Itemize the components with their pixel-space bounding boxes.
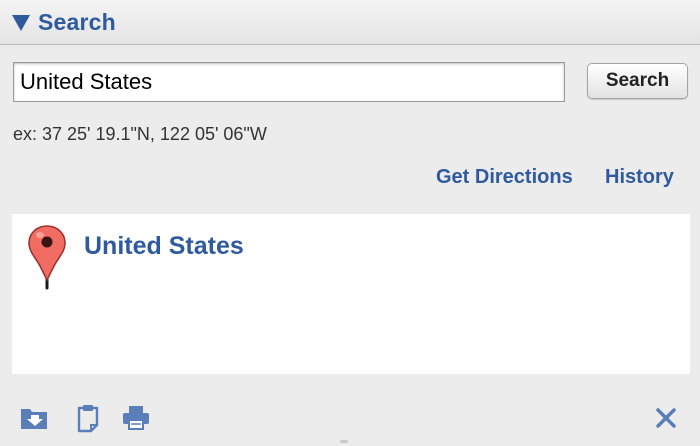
bottom-toolbar (0, 390, 700, 446)
result-title: United States (84, 232, 244, 260)
copy-to-clipboard-button[interactable] (70, 402, 106, 434)
panel-title: Search (38, 8, 116, 35)
print-icon (123, 406, 149, 430)
resize-handle[interactable] (340, 440, 348, 443)
results-list: United States (12, 214, 690, 374)
search-section-toggle[interactable]: Search (12, 8, 116, 36)
coordinate-example-hint: ex: 37 25' 19.1"N, 122 05' 06"W (13, 124, 267, 144)
close-panel-button[interactable] (648, 402, 684, 434)
folder-download-button[interactable] (17, 402, 53, 434)
folder-download-icon (21, 409, 47, 429)
search-panel: Search Search ex: 37 25' 19.1"N, 122 05'… (0, 0, 700, 446)
search-input[interactable] (13, 62, 565, 102)
close-icon (656, 408, 676, 428)
panel-header: Search (0, 0, 700, 45)
get-directions-link[interactable]: Get Directions (436, 166, 573, 189)
disclosure-triangle-icon[interactable] (12, 15, 30, 31)
result-item[interactable]: United States (26, 222, 244, 292)
clipboard-icon (77, 405, 99, 433)
print-button[interactable] (118, 402, 154, 434)
search-button[interactable]: Search (587, 63, 688, 99)
map-pin-icon (28, 225, 66, 290)
history-link[interactable]: History (605, 166, 674, 189)
